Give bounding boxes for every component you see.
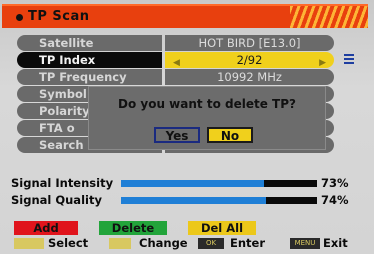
menu-row-value: 10992 MHz [165, 69, 334, 85]
signal-intensity-fill [121, 180, 265, 187]
dialog-question: Do you want to delete TP? [118, 97, 296, 111]
no-button[interactable]: No [207, 127, 253, 143]
title-bar: TP Scan [2, 4, 368, 28]
add-button[interactable]: Add [14, 221, 78, 235]
tp-scan-screen: TP Scan Satellite HOT BIRD [E13.0] TP In… [0, 0, 374, 254]
menu-key-icon: MENU [290, 238, 320, 249]
delete-all-button[interactable]: Del All [188, 221, 256, 235]
signal-quality-bar [121, 197, 317, 204]
signal-quality: Signal Quality 74% [11, 193, 363, 207]
signal-intensity-label: Signal Intensity [11, 176, 114, 190]
delete-button[interactable]: Delete [99, 221, 167, 235]
signal-intensity: Signal Intensity 73% [11, 176, 363, 190]
hint-change-text: Change [139, 236, 188, 250]
menu-row-label: Satellite [17, 35, 162, 51]
list-icon[interactable] [344, 54, 354, 64]
menu-row-label: TP Frequency [17, 69, 162, 85]
hint-exit-text: Exit [323, 236, 348, 250]
menu-row-satellite[interactable]: Satellite HOT BIRD [E13.0] [17, 35, 334, 51]
signal-quality-label: Signal Quality [11, 193, 102, 207]
up-down-key-icon [14, 238, 44, 249]
title-bullet-icon [16, 14, 23, 21]
menu-row-value: HOT BIRD [E13.0] [165, 35, 334, 51]
tp-index-value: 2/92 [236, 53, 263, 67]
hint-enter-text: Enter [230, 236, 266, 250]
ok-key-icon: OK [198, 238, 224, 249]
page-title: TP Scan [28, 9, 90, 24]
title-decoration [290, 6, 368, 28]
menu-row-value[interactable]: ◀ 2/92 ▶ [165, 52, 334, 68]
menu-row-label: TP Index [17, 52, 162, 68]
menu-row-tp-frequency[interactable]: TP Frequency 10992 MHz [17, 69, 334, 85]
left-right-key-icon [109, 238, 131, 249]
signal-quality-fill [121, 197, 267, 204]
signal-intensity-bar [121, 180, 317, 187]
signal-intensity-percent: 73% [321, 176, 349, 190]
delete-confirm-dialog: Do you want to delete TP? Yes No [88, 86, 326, 150]
hint-select-text: Select [48, 236, 89, 250]
yes-button[interactable]: Yes [154, 127, 200, 143]
signal-quality-percent: 74% [321, 193, 349, 207]
menu-row-tp-index[interactable]: TP Index ◀ 2/92 ▶ [17, 52, 334, 68]
